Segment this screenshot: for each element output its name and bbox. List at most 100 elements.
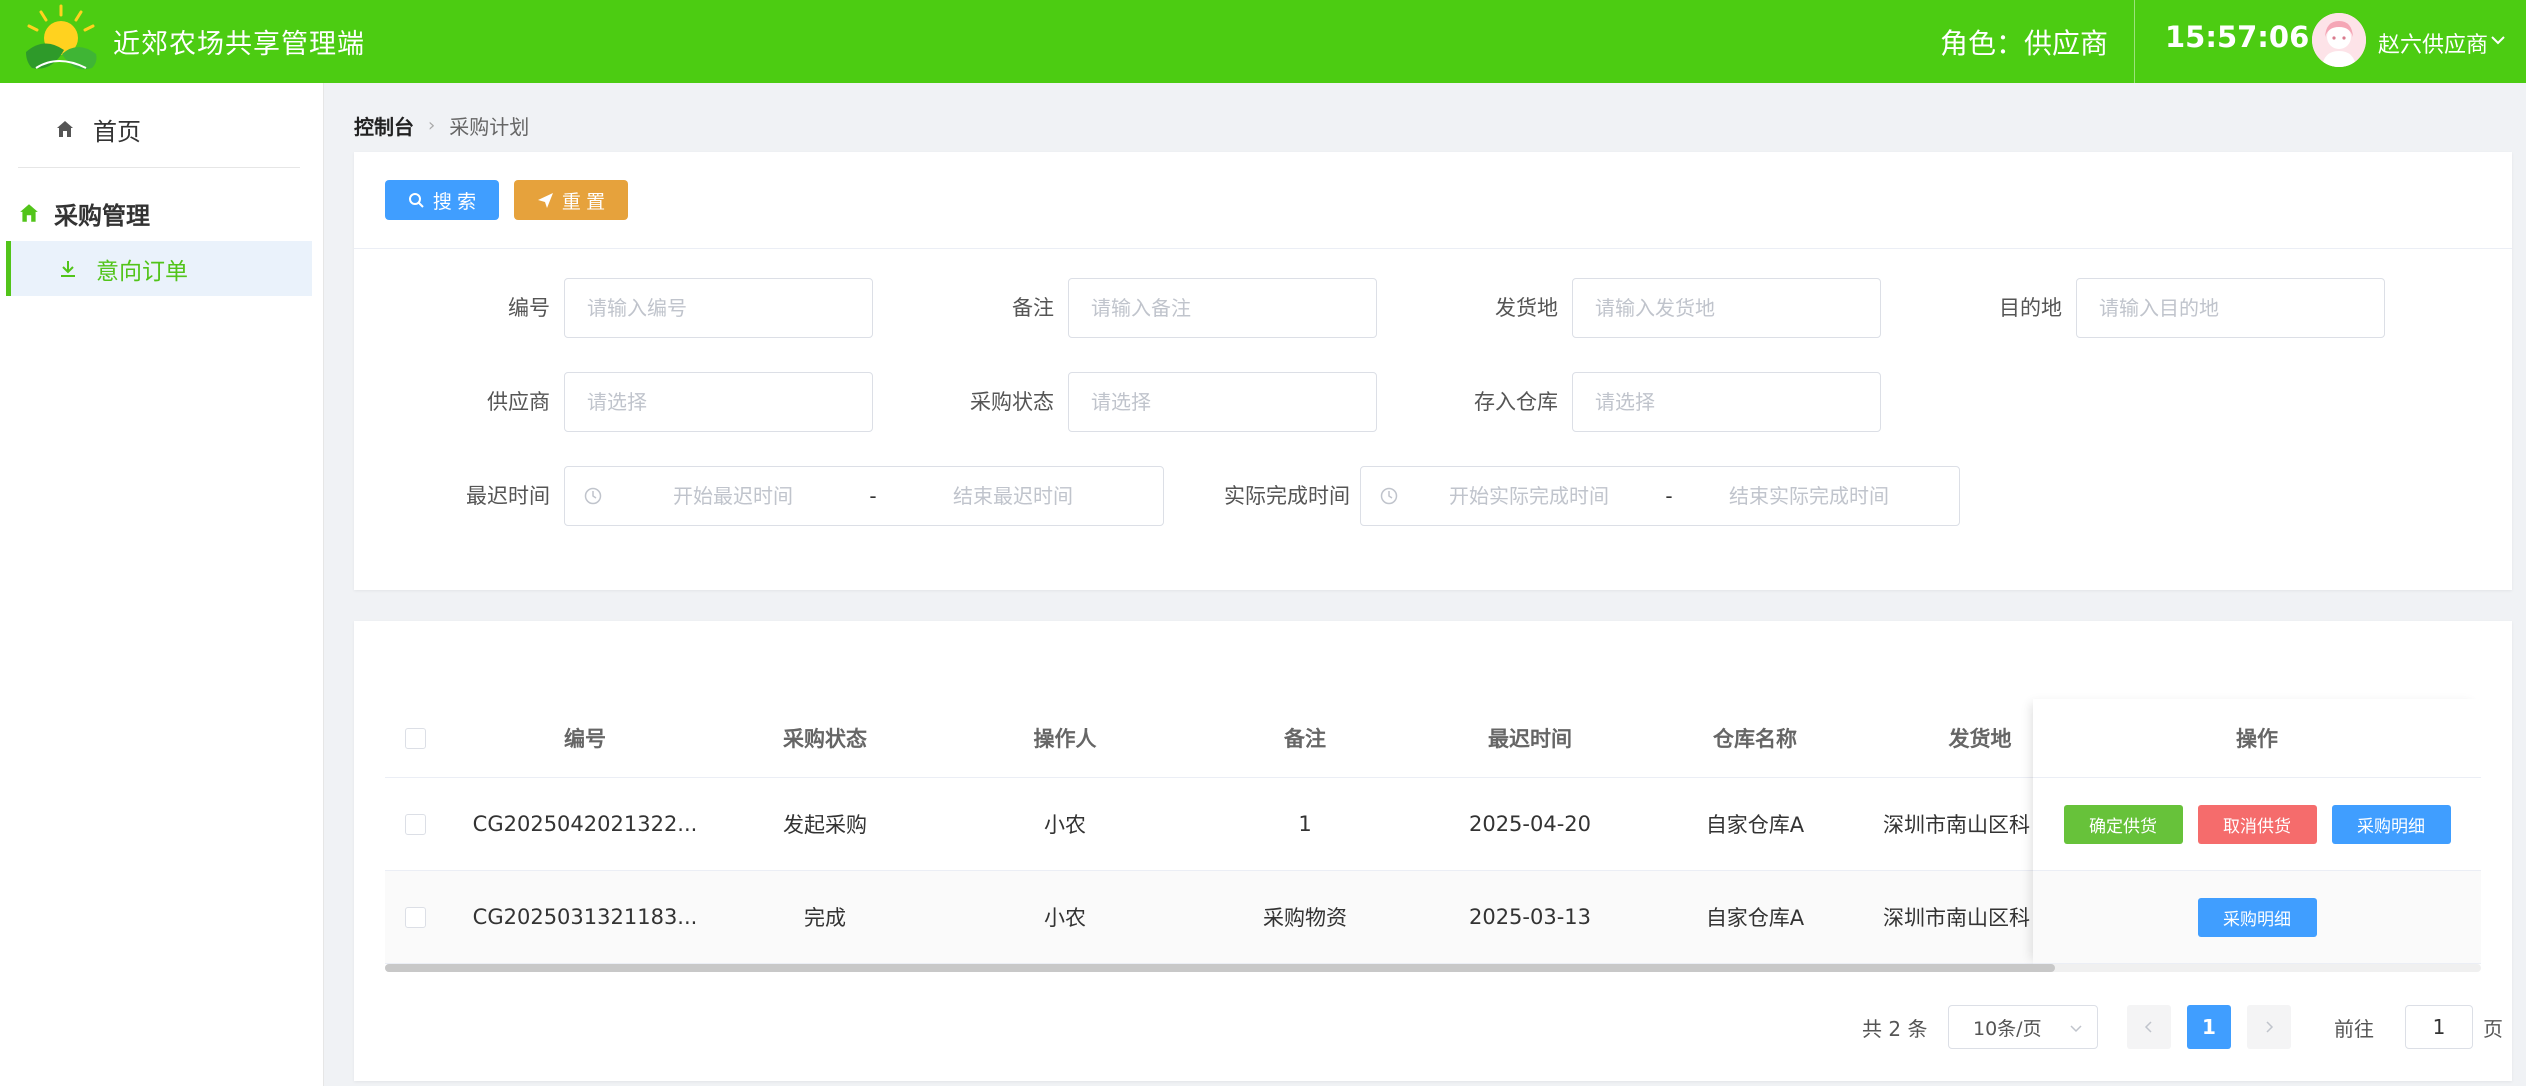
actual-time-start-input[interactable] [1399, 468, 1659, 524]
supplier-select[interactable] [564, 372, 873, 432]
warehouse-cell: 自家仓库A [1705, 906, 1805, 930]
status-cell: 完成 [804, 906, 846, 930]
latest-time-end-input[interactable] [883, 468, 1143, 524]
code-cell: CG2025042021322... [472, 812, 698, 836]
sidebar-item-label: 意向订单 [96, 258, 188, 285]
action-cell: 采购明细 [2033, 871, 2481, 964]
home-icon [57, 121, 73, 137]
latest-time-range[interactable]: - [564, 466, 1164, 526]
deadline-cell: 2025-03-13 [1468, 905, 1592, 929]
select-all-checkbox[interactable] [404, 727, 426, 749]
range-separator: - [869, 484, 877, 508]
purchase-detail-button[interactable]: 采购明细 [2331, 804, 2451, 844]
breadcrumb-current: 采购计划 [449, 115, 530, 139]
code-input[interactable] [564, 278, 873, 338]
clock-icon [584, 487, 602, 505]
sidebar-divider [18, 167, 300, 168]
column-header: 最迟时间 [1488, 727, 1572, 751]
row-select-cell [385, 778, 445, 870]
search-button[interactable]: 搜 索 [385, 180, 499, 220]
breadcrumb-root[interactable]: 控制台 [354, 111, 414, 140]
clock-icon [1380, 487, 1398, 505]
sidebar-group-label: 采购管理 [54, 201, 150, 230]
latest-time-label: 最迟时间 [466, 484, 550, 508]
user-name-dropdown[interactable]: 赵六供应商 [2378, 27, 2488, 59]
warehouse-select[interactable] [1572, 372, 1881, 432]
cancel-supply-button[interactable]: 取消供货 [2197, 804, 2317, 844]
column-header: 操作人 [1033, 727, 1097, 751]
send-icon [537, 192, 553, 208]
sidebar: 首页 采购管理 意向订单 [0, 83, 324, 1086]
data-table: 编号 采购状态 操作人 备注 最迟时间 仓库名称 发货地 CG202504202… [385, 699, 2481, 972]
actual-time-end-input[interactable] [1679, 468, 1939, 524]
chevron-down-icon[interactable] [2488, 30, 2508, 50]
header-divider [2134, 0, 2135, 83]
operator-cell: 小农 [1044, 906, 1086, 930]
goto-page-input[interactable] [2405, 1005, 2473, 1049]
sidebar-item-label: 首页 [93, 117, 141, 146]
row-select-cell [385, 871, 445, 963]
sidebar-item-home[interactable]: 首页 [0, 103, 324, 155]
chevron-down-icon [2070, 1025, 2082, 1033]
avatar[interactable] [2312, 13, 2366, 67]
column-header: 编号 [564, 727, 606, 751]
warehouse-cell: 自家仓库A [1705, 813, 1805, 837]
breadcrumb: 控制台 › 采购计划 [354, 111, 529, 140]
action-cell: 确定供货 取消供货 采购明细 [2033, 778, 2481, 871]
origin-label: 发货地 [1495, 296, 1558, 320]
range-separator: - [1665, 484, 1673, 508]
farm-logo-icon [26, 4, 97, 70]
sidebar-group-purchase[interactable]: 采购管理 [0, 188, 324, 238]
column-header: 操作 [2033, 699, 2481, 778]
card-divider [354, 248, 2512, 249]
sidebar-item-intent-orders[interactable]: 意向订单 [6, 241, 312, 296]
remark-label: 备注 [1012, 296, 1054, 320]
status-label: 采购状态 [970, 390, 1054, 414]
search-card: 搜 索 重 置 编号 备注 发货地 目的地 供应商 采购状态 存入仓库 最迟时间… [354, 152, 2512, 590]
home-icon [20, 204, 38, 222]
prev-page-button[interactable] [2127, 1005, 2171, 1049]
destination-input[interactable] [2076, 278, 2385, 338]
row-checkbox[interactable] [404, 813, 426, 835]
supplier-label: 供应商 [487, 390, 550, 414]
confirm-supply-button[interactable]: 确定供货 [2063, 804, 2183, 844]
column-header: 备注 [1284, 727, 1326, 751]
pagination-total: 共 2 条 [1862, 1016, 1928, 1041]
chevron-right-icon [2266, 1021, 2274, 1033]
code-cell: CG2025031321183... [472, 905, 698, 929]
remark-input[interactable] [1068, 278, 1377, 338]
remark-cell: 1 [1298, 812, 1312, 836]
app-title: 近郊农场共享管理端 [113, 29, 365, 60]
user-avatar-icon [2312, 13, 2366, 67]
origin-input[interactable] [1572, 278, 1881, 338]
status-select[interactable] [1068, 372, 1377, 432]
row-checkbox[interactable] [404, 906, 426, 928]
next-page-button[interactable] [2247, 1005, 2291, 1049]
page-unit-label: 页 [2483, 1016, 2503, 1041]
column-header: 仓库名称 [1713, 727, 1797, 751]
operator-cell: 小农 [1044, 813, 1086, 837]
chevron-left-icon [2144, 1021, 2152, 1033]
search-icon [408, 192, 424, 208]
warehouse-label: 存入仓库 [1474, 390, 1558, 414]
page-number-button[interactable]: 1 [2187, 1005, 2231, 1049]
clock-time: 15:57:06 [2165, 20, 2310, 54]
table-card: 编号 采购状态 操作人 备注 最迟时间 仓库名称 发货地 CG202504202… [354, 621, 2512, 1081]
actual-time-range[interactable]: - [1360, 466, 1960, 526]
deadline-cell: 2025-04-20 [1468, 812, 1592, 836]
purchase-detail-button[interactable]: 采购明细 [2197, 897, 2317, 937]
column-header: 采购状态 [783, 727, 867, 751]
destination-label: 目的地 [1999, 296, 2062, 320]
status-cell: 发起采购 [783, 813, 867, 837]
select-all-cell [385, 699, 445, 777]
latest-time-start-input[interactable] [603, 468, 863, 524]
top-header: 近郊农场共享管理端 角色：供应商 15:57:06 赵六供应商 [0, 0, 2526, 83]
download-icon [61, 260, 75, 277]
scrollbar-thumb[interactable] [385, 964, 2055, 972]
page-size-value: 10条/页 [1973, 1017, 2042, 1040]
horizontal-scrollbar[interactable] [385, 964, 2481, 972]
page-size-select[interactable]: 10条/页 [1948, 1005, 2098, 1049]
reset-button-label: 重 置 [561, 191, 606, 213]
code-label: 编号 [508, 296, 550, 320]
reset-button[interactable]: 重 置 [514, 180, 628, 220]
